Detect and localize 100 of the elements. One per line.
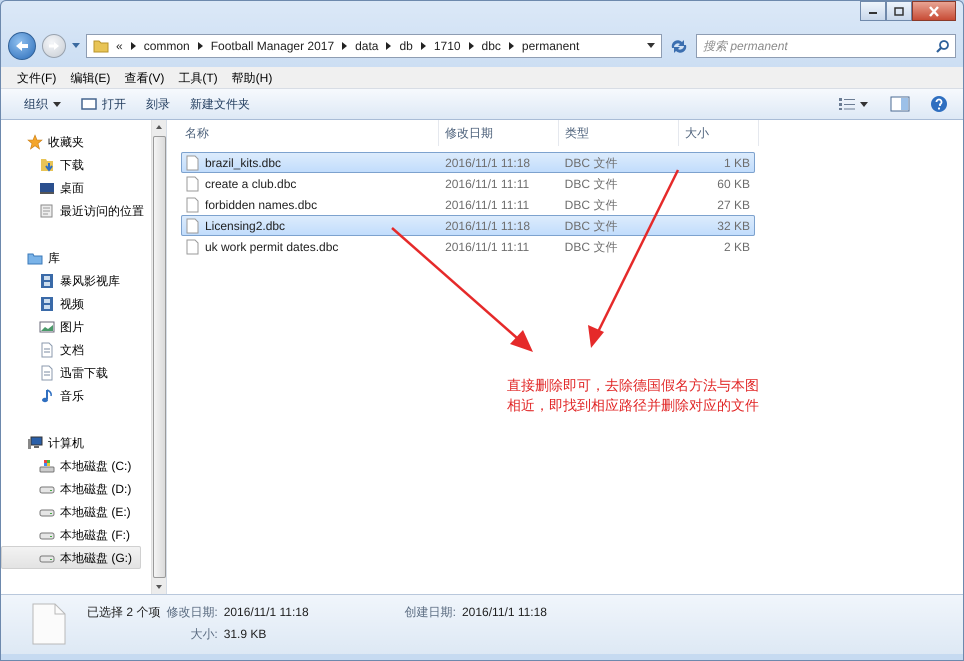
address-bar[interactable]: « common Football Manager 2017 data db 1710 dbc permanent [86, 34, 662, 58]
column-header[interactable]: 修改日期 [439, 120, 559, 146]
sidebar-item[interactable]: 最近访问的位置 [1, 199, 151, 222]
size-cell-text: 27 KB [716, 196, 751, 214]
chevron-icon[interactable] [385, 41, 392, 51]
sidebar-item[interactable]: 本地磁盘 (F:) [1, 523, 141, 546]
breadcrumb-segment[interactable]: dbc [482, 37, 501, 55]
file-row[interactable]: forbidden names.dbc 2016/11/1 11:11 DBC 文件 27 KB [181, 194, 755, 215]
back-button[interactable] [8, 32, 36, 60]
window-icon [81, 98, 97, 110]
detail-label: 修改日期: [166, 604, 218, 621]
file-row[interactable]: uk work permit dates.dbc 2016/11/1 11:11 DBC 文件 2 KB [181, 236, 755, 257]
minimize-button[interactable] [860, 1, 886, 21]
chevron-icon[interactable] [420, 41, 427, 51]
file-name[interactable]: forbidden names.dbc [205, 196, 318, 214]
file-row[interactable]: brazil_kits.dbc 2016/11/1 11:18 DBC 文件 1 KB [181, 152, 755, 173]
dropdown-caret-icon[interactable] [647, 43, 655, 49]
chevron-icon[interactable] [341, 41, 348, 51]
breadcrumb-segment[interactable]: 1710 [434, 37, 461, 55]
search-icon [936, 39, 950, 53]
view-list-icon[interactable] [838, 97, 856, 111]
download-folder-icon [39, 156, 55, 172]
file-icon [186, 154, 199, 170]
preview-pane-icon[interactable] [890, 96, 910, 112]
file-icon [186, 218, 199, 234]
detail-value: 2016/11/1 11:18 [224, 604, 309, 621]
drive-icon [39, 458, 55, 474]
breadcrumb-segment[interactable]: db [399, 37, 413, 55]
sidebar-item[interactable]: 图片 [1, 315, 141, 338]
size-cell-text: 1 KB [722, 154, 751, 172]
column-header[interactable]: 名称 [181, 120, 439, 146]
file-name[interactable]: Licensing2.dbc [205, 216, 286, 234]
file-name[interactable]: create a club.dbc [205, 174, 296, 192]
scrollbar[interactable] [151, 120, 166, 594]
sidebar-item[interactable]: 本地磁盘 (D:) [1, 477, 141, 500]
chevron-icon[interactable] [130, 41, 137, 51]
sidebar-item[interactable]: 视频 [1, 292, 141, 315]
breadcrumb-segment[interactable]: common [144, 37, 190, 55]
menu-item[interactable]: 工具(T) [172, 67, 224, 88]
toolbar-button[interactable]: 新建文件夹 [182, 92, 258, 116]
file-icon [186, 176, 199, 192]
sidebar-item[interactable]: 文档 [1, 338, 141, 361]
detail-value: 2016/11/1 11:18 [462, 604, 547, 621]
breadcrumb-segment[interactable]: data [355, 37, 378, 55]
document-icon [39, 202, 55, 218]
size-cell-text: 2 KB [722, 238, 751, 256]
search-field[interactable]: 搜索 permanent [696, 34, 956, 58]
file-name[interactable]: brazil_kits.dbc [205, 154, 282, 172]
toolbar-button[interactable]: 组织 [16, 92, 69, 116]
maximize-button[interactable] [886, 1, 912, 21]
breadcrumb-segment[interactable]: permanent [522, 37, 580, 55]
sidebar-group[interactable]: 库 [1, 246, 60, 269]
type-cell-text: DBC 文件 [564, 238, 618, 256]
date-cell-text: 2016/11/1 11:11 [444, 196, 530, 214]
forward-button[interactable] [42, 34, 66, 58]
column-header[interactable]: 类型 [559, 120, 679, 146]
folder-icon [93, 38, 109, 54]
menu-item[interactable]: 帮助(H) [226, 67, 278, 88]
sidebar-item[interactable]: 桌面 [1, 176, 141, 199]
document-icon [39, 342, 55, 358]
breadcrumb-segment[interactable]: Football Manager 2017 [210, 37, 334, 55]
file-row[interactable]: create a club.dbc 2016/11/1 11:11 DBC 文件 60 KB [181, 173, 755, 194]
size-cell-text: 32 KB [716, 218, 751, 234]
chevron-icon[interactable] [508, 41, 515, 51]
sidebar-item[interactable]: 音乐 [1, 384, 141, 407]
date-cell-text: 2016/11/1 11:11 [444, 176, 530, 192]
menu-item[interactable]: 查看(V) [118, 67, 170, 88]
computer-icon [27, 434, 43, 450]
detail-label: 创建日期: [404, 604, 456, 621]
sidebar-item[interactable]: 本地磁盘 (G:) [1, 546, 141, 569]
menu-item[interactable]: 文件(F) [11, 67, 62, 88]
help-icon[interactable] [930, 95, 948, 113]
close-button[interactable] [912, 1, 956, 21]
toolbar-button[interactable]: 刻录 [138, 92, 178, 116]
chevron-icon[interactable] [196, 41, 204, 51]
caret-icon[interactable] [860, 102, 868, 106]
type-cell-text: DBC 文件 [564, 154, 618, 172]
selection-summary: 已选择 2 个项 [87, 604, 160, 621]
sidebar-item[interactable]: 暴风影视库 [1, 269, 141, 292]
menu-item[interactable]: 编辑(E) [64, 67, 116, 88]
file-icon [31, 603, 67, 645]
toolbar-button[interactable]: 打开 [73, 92, 134, 116]
detail-value: 31.9 KB [224, 626, 268, 643]
file-name[interactable]: uk work permit dates.dbc [205, 238, 338, 256]
size-cell-text: 60 KB [716, 176, 751, 192]
sidebar-item[interactable]: 本地磁盘 (C:) [1, 454, 141, 477]
sidebar-item[interactable]: 迅雷下载 [1, 361, 141, 384]
column-header[interactable]: 大小 [679, 120, 759, 146]
file-row[interactable]: Licensing2.dbc 2016/11/1 11:18 DBC 文件 32 KB [181, 215, 755, 236]
sidebar-group[interactable]: 计算机 [1, 431, 84, 454]
sidebar-item[interactable]: 下载 [1, 153, 141, 176]
path-overflow[interactable]: « [116, 37, 123, 55]
sidebar-group[interactable]: 收藏夹 [1, 130, 84, 153]
sidebar-item[interactable]: 本地磁盘 (E:) [1, 500, 141, 523]
back-arrow-icon [15, 40, 29, 52]
detail-label: 大小: [189, 626, 218, 643]
date-cell-text: 2016/11/1 11:18 [444, 154, 532, 172]
type-cell-text: DBC 文件 [564, 218, 618, 234]
date-cell-text: 2016/11/1 11:18 [444, 218, 532, 234]
chevron-icon[interactable] [468, 41, 475, 51]
